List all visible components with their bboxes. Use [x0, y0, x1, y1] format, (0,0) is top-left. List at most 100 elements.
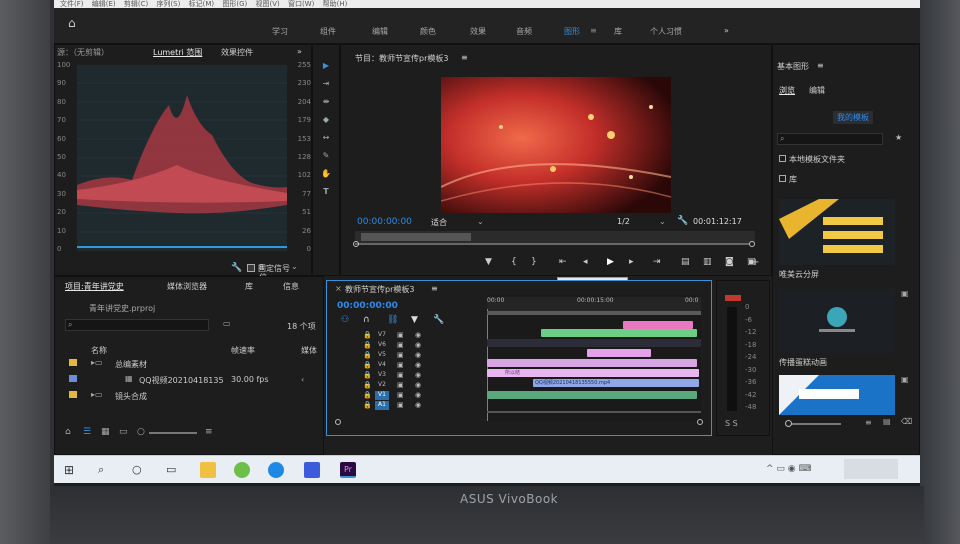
razor-icon[interactable]: ◆	[320, 115, 332, 127]
track-sync-icon[interactable]: ▣	[397, 371, 404, 379]
program-scrubber[interactable]	[355, 231, 755, 243]
eg-new-folder-icon[interactable]: ▤	[883, 417, 891, 426]
solo-buttons[interactable]: S S	[725, 419, 738, 428]
timeline-menu-icon[interactable]: ≡	[431, 284, 438, 293]
timeline-settings-icon[interactable]: 🔧	[433, 315, 444, 325]
eg-zoom-slider[interactable]	[787, 423, 841, 425]
file-explorer-icon[interactable]	[200, 462, 216, 478]
track-sync-icon[interactable]: ▣	[397, 361, 404, 369]
project-search-input[interactable]: ⌕	[65, 319, 209, 331]
windows-start-icon[interactable]: ⊞	[64, 463, 74, 477]
app-green-icon[interactable]	[234, 462, 250, 478]
track-lock-icon[interactable]: 🔒	[363, 381, 372, 389]
workspace-personal[interactable]: 个人习惯	[650, 26, 682, 37]
tab-edit[interactable]: 编辑	[809, 85, 825, 96]
clip-v2[interactable]: 所以结	[487, 369, 699, 377]
track-eye-icon[interactable]: ◉	[415, 341, 421, 349]
col-name[interactable]: 名称	[91, 345, 107, 356]
freeform-view-icon[interactable]: ▭	[119, 427, 128, 437]
menu-edit[interactable]: 编辑(E)	[92, 0, 116, 8]
tab-effect-controls[interactable]: 效果控件	[221, 47, 253, 58]
local-folder-checkbox[interactable]	[779, 155, 786, 162]
timeline-timecode[interactable]: 00:00:00:00	[337, 301, 398, 311]
list-item[interactable]: ▸▭ 总编素材	[55, 357, 325, 371]
play-icon[interactable]: ▶	[607, 257, 614, 267]
track-eye-icon[interactable]: ◉	[415, 351, 421, 359]
list-item-chevron-icon[interactable]: ‹	[301, 375, 304, 384]
timeline-zoom-left[interactable]	[335, 419, 341, 425]
clip-v1[interactable]: QQ视频20210418135550.mp4	[533, 379, 699, 387]
extract-icon[interactable]: ▥	[703, 257, 712, 267]
chevron-down-icon[interactable]: ⌄	[291, 262, 298, 271]
clip-a1[interactable]	[487, 391, 697, 399]
program-timecode[interactable]: 00:00:00:00	[357, 217, 412, 227]
export-frame-icon[interactable]: ◙	[725, 257, 734, 267]
workspace-learn[interactable]: 学习	[272, 26, 288, 37]
timeline-zoom-right[interactable]	[697, 419, 703, 425]
program-wrench-icon[interactable]: 🔧	[677, 216, 688, 226]
lock-icon[interactable]: ⌂	[65, 427, 71, 437]
menu-file[interactable]: 文件(F)	[60, 0, 84, 8]
in-point-icon[interactable]: {	[511, 257, 517, 267]
eg-list-view-icon[interactable]: ≡	[865, 418, 872, 427]
track-sync-icon[interactable]: ▣	[397, 341, 404, 349]
col-media[interactable]: 媒体	[301, 345, 317, 356]
task-view-icon[interactable]: ▭	[166, 463, 176, 476]
tab-libraries[interactable]: 库	[245, 281, 253, 292]
add-marker-icon[interactable]: ▼	[411, 315, 418, 325]
program-menu-icon[interactable]: ≡	[461, 53, 468, 62]
selection-tool-icon[interactable]: ▶	[320, 61, 332, 73]
work-area-bar[interactable]	[487, 311, 701, 315]
cortana-icon[interactable]: ○	[132, 463, 142, 476]
track-eye-icon[interactable]: ◉	[415, 371, 421, 379]
workspace-overflow-icon[interactable]: »	[724, 26, 729, 35]
tab-media-browser[interactable]: 媒体浏览器	[167, 281, 207, 292]
track-name[interactable]: V4	[375, 361, 389, 370]
pen-icon[interactable]: ✎	[320, 151, 332, 163]
step-forward-icon[interactable]: ▸	[629, 257, 634, 267]
track-eye-icon[interactable]: ◉	[415, 401, 421, 409]
clip-v7[interactable]	[623, 321, 693, 329]
clamp-checkbox[interactable]	[247, 264, 255, 272]
tab-info[interactable]: 信息	[283, 281, 299, 292]
clip-v4[interactable]	[587, 349, 651, 357]
zoom-handle-right[interactable]	[749, 241, 755, 247]
workspace-audio[interactable]: 音频	[516, 26, 532, 37]
resolution-chevron-icon[interactable]: ⌄	[659, 217, 666, 226]
template-thumb-1[interactable]	[779, 199, 895, 265]
track-lock-icon[interactable]: 🔒	[363, 341, 372, 349]
photos-icon[interactable]	[304, 462, 320, 478]
edge-icon[interactable]	[268, 462, 284, 478]
track-sync-icon[interactable]: ▣	[397, 351, 404, 359]
track-lock-icon[interactable]: 🔒	[363, 391, 372, 399]
timeline-close-icon[interactable]: ×	[335, 284, 342, 293]
linked-selection-icon[interactable]: ⛓	[387, 315, 398, 325]
workspace-editing[interactable]: 编辑	[372, 26, 388, 37]
template-info-icon-2[interactable]: ▣	[901, 375, 909, 384]
track-name[interactable]: V6	[375, 341, 389, 350]
search-taskbar-icon[interactable]: ⌕	[98, 463, 104, 477]
fit-chevron-icon[interactable]: ⌄	[477, 217, 484, 226]
track-lock-icon[interactable]: 🔒	[363, 331, 372, 339]
my-templates-button[interactable]: 我的模板	[833, 111, 873, 124]
track-eye-icon[interactable]: ◉	[415, 331, 421, 339]
track-name[interactable]: V1	[375, 391, 389, 400]
timeline-zoom-bar[interactable]	[487, 411, 701, 413]
home-icon[interactable]: ⌂	[68, 16, 76, 30]
magnet-icon[interactable]: ∩	[363, 315, 370, 325]
menu-graphics[interactable]: 图形(G)	[222, 0, 247, 8]
template-thumb-3[interactable]	[779, 375, 895, 415]
thumb-size-slider[interactable]	[149, 432, 197, 434]
eg-search-input[interactable]: ⌕	[777, 133, 883, 145]
clock-area[interactable]	[844, 459, 898, 479]
add-button-icon[interactable]: +	[751, 257, 759, 268]
track-eye-icon[interactable]: ◉	[415, 361, 421, 369]
fit-select[interactable]: 适合	[431, 217, 447, 228]
nest-icon[interactable]: ⚇	[341, 315, 349, 325]
track-lock-icon[interactable]: 🔒	[363, 401, 372, 409]
premiere-pro-icon[interactable]: Pr	[340, 462, 356, 478]
star-icon[interactable]: ★	[895, 133, 902, 142]
template-thumb-2[interactable]	[779, 289, 895, 353]
tray-icons[interactable]: ^ ▭ ◉ ⌨	[766, 464, 811, 474]
resolution-select[interactable]: 1/2	[617, 217, 630, 226]
